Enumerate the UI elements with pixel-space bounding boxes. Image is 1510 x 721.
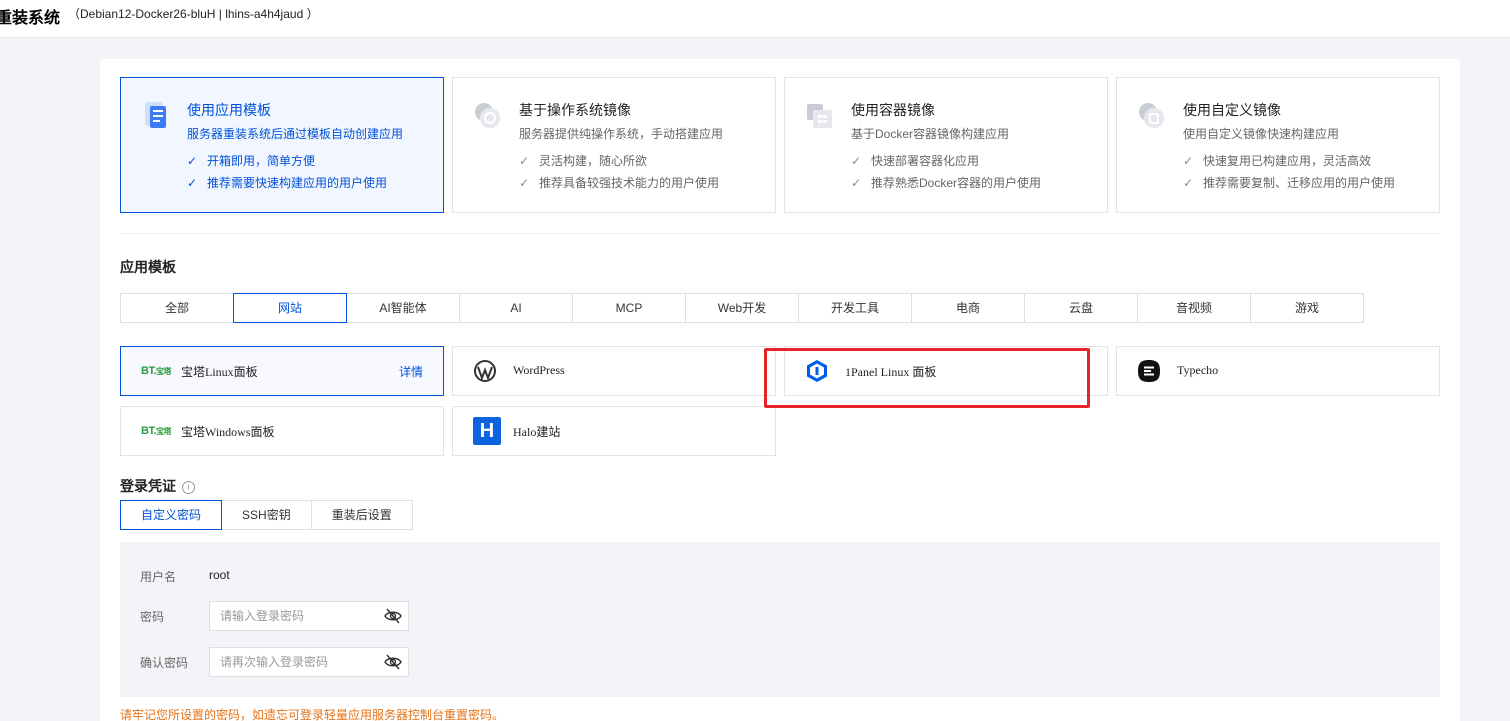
custom-image-icon: [1139, 103, 1164, 128]
mode-feature: ✓ 推荐熟悉Docker容器的用户使用: [851, 176, 1042, 190]
username-value: root: [209, 568, 230, 582]
eye-off-icon[interactable]: [384, 608, 402, 624]
check-icon: ✓: [1183, 154, 1194, 168]
app-card-wordpress[interactable]: WordPress: [452, 346, 776, 396]
login-credentials-title: 登录凭证 i: [120, 476, 195, 496]
template-category-tabs: 全部 网站 AI智能体 AI MCP Web开发 开发工具 电商 云盘 音视频 …: [120, 293, 1364, 323]
app-template-icon: [145, 102, 166, 128]
tab-games[interactable]: 游戏: [1250, 293, 1364, 323]
mode-feature: ✓ 推荐需要复制、迁移应用的用户使用: [1183, 176, 1396, 190]
tab-ecommerce[interactable]: 电商: [911, 293, 1025, 323]
bt-panel-icon: BT. 宝塔: [141, 425, 172, 437]
info-icon[interactable]: i: [182, 481, 195, 494]
tab-audio-video[interactable]: 音视频: [1137, 293, 1251, 323]
mode-feature: ✓ 推荐需要快速构建应用的用户使用: [187, 176, 388, 190]
mode-desc: 服务器重装系统后通过模板自动创建应用: [187, 127, 404, 141]
check-icon: ✓: [187, 176, 198, 190]
page-title: 重装系统: [0, 10, 61, 27]
username-label: 用户名: [140, 570, 177, 584]
tab-set-after-reinstall[interactable]: 重装后设置: [310, 500, 413, 530]
top-bar: 重装系统 （Debian12-Docker26-bluH | lhins-a4h…: [0, 0, 1510, 38]
tab-website[interactable]: 网站: [233, 293, 347, 323]
password-form: 用户名 root 密码 确认密码: [120, 542, 1440, 697]
check-icon: ✓: [519, 154, 530, 168]
app-name: 宝塔Windows面板: [181, 425, 275, 439]
password-warning: 请牢记您所设置的密码，如遗忘可登录轻量应用服务器控制台重置密码。: [120, 708, 505, 721]
tab-mcp[interactable]: MCP: [572, 293, 686, 323]
app-name: Halo建站: [513, 425, 561, 439]
1panel-icon: [805, 359, 829, 383]
bt-panel-icon: BT. 宝塔: [141, 365, 172, 377]
tab-custom-password[interactable]: 自定义密码: [120, 500, 223, 530]
os-image-icon: [475, 103, 500, 128]
mode-card-os-image[interactable]: 基于操作系统镜像 服务器提供纯操作系统，手动搭建应用 ✓ 灵活构建，随心所欲 ✓ 推…: [452, 77, 776, 213]
tab-cloud-drive[interactable]: 云盘: [1024, 293, 1138, 323]
eye-off-icon[interactable]: [384, 654, 402, 670]
mode-feature: ✓ 快速复用已构建应用，灵活高效: [1183, 154, 1372, 168]
templates-title: 应用模板: [120, 259, 176, 275]
tab-ssh-key[interactable]: SSH密钥: [221, 500, 312, 530]
confirm-password-field: [209, 647, 409, 677]
app-name: 1Panel Linux 面板: [845, 365, 937, 379]
mode-desc: 服务器提供纯操作系统，手动搭建应用: [519, 127, 724, 141]
app-name: WordPress: [513, 363, 565, 377]
check-icon: ✓: [851, 154, 862, 168]
divider: [120, 233, 1440, 234]
tab-ai[interactable]: AI: [459, 293, 573, 323]
check-icon: ✓: [851, 176, 862, 190]
mode-card-app-template[interactable]: 使用应用模板 服务器重装系统后通过模板自动创建应用 ✓ 开箱即用，简单方便 ✓ 推荐…: [120, 77, 444, 213]
typecho-icon: [1137, 359, 1161, 383]
check-icon: ✓: [519, 176, 530, 190]
wordpress-icon: [473, 359, 497, 383]
mode-title: 使用容器镜像: [851, 102, 935, 118]
details-link[interactable]: 详情: [399, 363, 423, 380]
mode-feature: ✓ 灵活构建，随心所欲: [519, 154, 648, 168]
login-method-tabs: 自定义密码 SSH密钥 重装后设置: [120, 500, 413, 530]
reinstall-panel: 使用应用模板 服务器重装系统后通过模板自动创建应用 ✓ 开箱即用，简单方便 ✓ 推荐…: [100, 59, 1460, 721]
check-icon: ✓: [187, 154, 198, 168]
mode-desc: 使用自定义镜像快速构建应用: [1183, 127, 1340, 141]
tab-web-dev[interactable]: Web开发: [685, 293, 799, 323]
password-input[interactable]: [210, 602, 370, 630]
mode-card-container-image[interactable]: 使用容器镜像 基于Docker容器镜像构建应用 ✓ 快速部署容器化应用 ✓ 推荐熟悉…: [784, 77, 1108, 213]
app-card-typecho[interactable]: Typecho: [1116, 346, 1440, 396]
tab-all[interactable]: 全部: [120, 293, 234, 323]
mode-card-custom-image[interactable]: 使用自定义镜像 使用自定义镜像快速构建应用 ✓ 快速复用已构建应用，灵活高效 ✓ 推…: [1116, 77, 1440, 213]
check-icon: ✓: [1183, 176, 1194, 190]
app-card-bt-linux[interactable]: BT. 宝塔 宝塔Linux面板 详情: [120, 346, 444, 396]
mode-title: 基于操作系统镜像: [519, 102, 631, 118]
confirm-password-label: 确认密码: [140, 656, 189, 670]
instance-info: （Debian12-Docker26-bluH | lhins-a4h4jaud…: [68, 7, 319, 21]
confirm-password-input[interactable]: [210, 648, 370, 676]
mode-feature: ✓ 开箱即用，简单方便: [187, 154, 316, 168]
password-field: [209, 601, 409, 631]
app-name: Typecho: [1177, 363, 1219, 377]
mode-feature: ✓ 快速部署容器化应用: [851, 154, 980, 168]
halo-icon: H: [473, 417, 501, 445]
tab-ai-agent[interactable]: AI智能体: [346, 293, 460, 323]
mode-title: 使用应用模板: [187, 102, 271, 118]
app-card-bt-windows[interactable]: BT. 宝塔 宝塔Windows面板: [120, 406, 444, 456]
tab-dev-tools[interactable]: 开发工具: [798, 293, 912, 323]
mode-title: 使用自定义镜像: [1183, 102, 1281, 118]
mode-feature: ✓ 推荐具备较强技术能力的用户使用: [519, 176, 720, 190]
password-label: 密码: [140, 610, 165, 624]
mode-desc: 基于Docker容器镜像构建应用: [851, 127, 1010, 141]
app-name: 宝塔Linux面板: [181, 365, 258, 379]
app-card-halo[interactable]: H Halo建站: [452, 406, 776, 456]
app-card-1panel[interactable]: 1Panel Linux 面板: [784, 346, 1108, 396]
container-image-icon: [807, 104, 832, 128]
